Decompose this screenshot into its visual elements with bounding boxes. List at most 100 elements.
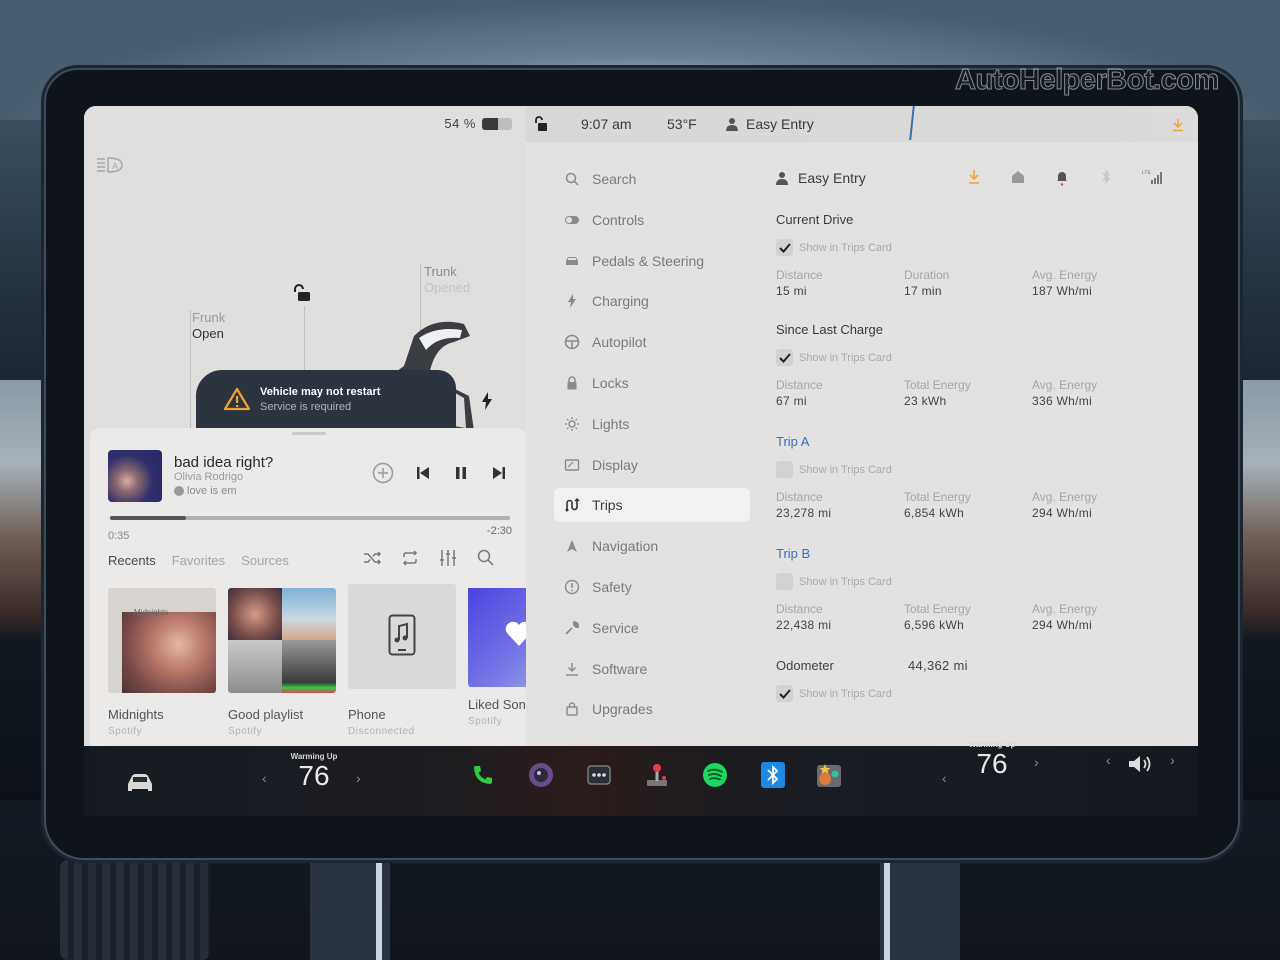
trip-a-show-checkbox[interactable]: Show in Trips Card <box>776 461 1186 478</box>
stat-label: Distance <box>776 490 823 504</box>
tab-sources[interactable]: Sources <box>241 553 289 568</box>
stat-value: 67 mi <box>776 394 807 408</box>
menu-item-display[interactable]: Display <box>554 448 750 482</box>
menu-item-safety[interactable]: Safety <box>554 570 750 604</box>
equalizer-icon[interactable] <box>438 548 458 568</box>
checkbox[interactable] <box>776 685 793 702</box>
stat-distance: Distance 23,278 mi <box>776 490 904 520</box>
previous-track-button[interactable] <box>412 462 434 484</box>
top-status-bar: 9:07 am 53°F Easy Entry <box>526 106 1198 142</box>
phone-music-icon <box>388 614 416 656</box>
volume-down-button[interactable]: ‹ <box>1106 752 1111 768</box>
add-favorite-button[interactable] <box>372 462 394 484</box>
car-controls-icon[interactable] <box>124 772 156 794</box>
current-drive-show-checkbox[interactable]: Show in Trips Card <box>776 239 1186 256</box>
checkbox[interactable] <box>776 461 793 478</box>
since-charge-show-checkbox[interactable]: Show in Trips Card <box>776 349 1186 366</box>
volume-icon[interactable] <box>1126 752 1156 776</box>
tile-title: Good playlist <box>228 707 304 722</box>
battery-icon <box>482 117 512 130</box>
menu-item-controls[interactable]: Controls <box>554 203 750 237</box>
driver-temp-down-button[interactable]: ‹ <box>262 770 267 786</box>
menu-item-search[interactable]: Search <box>554 162 750 196</box>
driver-temperature[interactable]: 76 <box>284 761 344 791</box>
driver-climate[interactable]: Warming Up 76 <box>284 752 344 791</box>
stat-label: Avg. Energy <box>1032 602 1098 616</box>
menu-item-pedals-steering[interactable]: Pedals & Steering <box>554 244 750 278</box>
trip-b-show-checkbox[interactable]: Show in Trips Card <box>776 573 1186 590</box>
menu-item-service[interactable]: Service <box>554 611 750 645</box>
tile-title: Liked Songs <box>468 697 534 712</box>
menu-item-autopilot[interactable]: Autopilot <box>554 325 750 359</box>
playback-progress-bar[interactable] <box>110 516 510 520</box>
checkbox-label: Show in Trips Card <box>799 463 892 476</box>
skip-forward-icon <box>493 467 505 479</box>
volume-up-button[interactable]: › <box>1170 752 1175 768</box>
checkbox[interactable] <box>776 239 793 256</box>
trip-a-reset-link[interactable]: Trip A <box>776 434 1186 449</box>
menu-item-trips[interactable]: Trips <box>554 488 750 523</box>
media-drag-handle[interactable] <box>292 432 326 435</box>
odometer-label: Odometer <box>776 658 834 673</box>
more-apps-button[interactable] <box>586 762 612 788</box>
bluetooth-app-button[interactable] <box>760 762 786 788</box>
album-art[interactable] <box>108 450 162 502</box>
trunk-button[interactable]: Trunk Opened <box>424 264 470 296</box>
menu-item-charging[interactable]: Charging <box>554 284 750 318</box>
menu-item-label: Controls <box>592 211 645 228</box>
shuffle-icon[interactable] <box>362 548 382 568</box>
repeat-icon[interactable] <box>400 548 420 568</box>
recent-tile-phone[interactable]: Phone Disconnected <box>348 584 456 737</box>
charge-port-bolt-icon[interactable] <box>480 392 494 410</box>
driver-profile-button[interactable]: Easy Entry <box>726 116 814 132</box>
recent-tile-good-playlist[interactable]: Good playlist Spotify <box>228 588 336 737</box>
toybox-app-button[interactable] <box>816 762 842 788</box>
auto-headlights-icon[interactable]: A <box>96 156 124 174</box>
bluetooth-status-icon[interactable] <box>1098 168 1114 186</box>
spotify-app-button[interactable] <box>702 762 728 788</box>
menu-item-lights[interactable]: Lights <box>554 407 750 441</box>
tab-favorites[interactable]: Favorites <box>172 553 225 568</box>
media-player: bad idea right? Olivia Rodrigo love is e… <box>90 428 534 746</box>
odometer-show-checkbox[interactable]: Show in Trips Card <box>776 685 1186 702</box>
track-title: bad idea right? <box>174 454 274 471</box>
next-track-button[interactable] <box>488 462 510 484</box>
menu-item-software[interactable]: Software <box>554 652 750 686</box>
stat-value: 23 kWh <box>904 394 947 408</box>
notification-bell-icon[interactable] <box>1054 168 1070 186</box>
recent-tile-liked-songs[interactable]: Liked Songs Spotify <box>468 588 534 737</box>
checkbox[interactable] <box>776 573 793 590</box>
unlock-icon[interactable] <box>292 284 312 302</box>
menu-item-label: Pedals & Steering <box>592 252 705 269</box>
tab-recents[interactable]: Recents <box>108 553 156 568</box>
trip-a-section: Trip A Show in Trips Card Distance 23,278… <box>776 434 1186 520</box>
stat-value: 294 Wh/mi <box>1032 618 1093 632</box>
media-search-icon[interactable] <box>476 548 496 568</box>
current-drive-stats: Distance 15 mi Duration 17 min Avg. Energy… <box>776 268 1186 298</box>
passenger-temp-up-button[interactable]: › <box>1034 754 1039 770</box>
checkbox[interactable] <box>776 349 793 366</box>
track-source: love is em <box>174 485 237 497</box>
driver-temp-up-button[interactable]: › <box>356 770 361 786</box>
stat-avg-energy: Avg. Energy 187 Wh/mi <box>1032 268 1160 298</box>
recent-tile-midnights[interactable]: Midnights Midnights Spotify <box>108 588 216 737</box>
menu-item-upgrades[interactable]: Upgrades <box>554 692 750 726</box>
homelink-garage-icon[interactable] <box>1010 168 1026 186</box>
profile-selector[interactable]: Easy Entry <box>776 170 866 186</box>
passenger-temperature[interactable]: 76 <box>962 749 1022 779</box>
trip-b-reset-link[interactable]: Trip B <box>776 546 1186 561</box>
service-alert[interactable]: Vehicle may not restart Service is requi… <box>196 370 456 428</box>
passenger-climate[interactable]: Warming Up 76 <box>962 740 1022 779</box>
menu-item-navigation[interactable]: Navigation <box>554 529 750 563</box>
software-update-icon[interactable] <box>1172 118 1184 132</box>
menu-item-locks[interactable]: Locks <box>554 366 750 400</box>
arcade-app-button[interactable] <box>644 762 670 788</box>
spotify-small-icon <box>174 486 184 496</box>
camera-app-button[interactable] <box>528 762 554 788</box>
phone-app-button[interactable] <box>470 762 496 788</box>
pause-button[interactable] <box>450 462 472 484</box>
download-update-icon[interactable] <box>966 168 982 186</box>
passenger-temp-down-button[interactable]: ‹ <box>942 770 947 786</box>
frunk-button[interactable]: Frunk Open <box>192 310 225 342</box>
unlock-status-icon[interactable] <box>534 116 548 132</box>
